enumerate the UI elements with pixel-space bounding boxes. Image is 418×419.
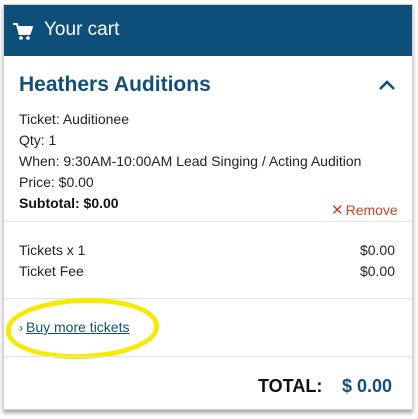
cart-title: Your cart	[44, 19, 120, 40]
remove-label: Remove	[345, 202, 398, 218]
cart-icon	[13, 23, 33, 40]
ticket-type: Ticket: Auditionee	[19, 111, 129, 127]
buy-more-tickets-link[interactable]: › Buy more tickets	[19, 319, 129, 335]
fee-label-ticket-fee: Ticket Fee	[19, 263, 84, 279]
divider	[4, 221, 412, 222]
total-value: $ 0.00	[342, 376, 393, 396]
ticket-price: Price: $0.00	[19, 174, 94, 190]
fee-value-ticket-fee: $0.00	[359, 263, 395, 279]
event-title: Heathers Auditions	[19, 73, 211, 96]
fee-label-tickets: Tickets x 1	[19, 242, 86, 258]
chevron-up-icon[interactable]	[378, 79, 396, 91]
cart-header: Your cart	[4, 5, 412, 56]
ticket-when: When: 9:30AM-10:00AM Lead Singing / Acti…	[19, 153, 362, 169]
chevron-right-icon: ›	[19, 321, 23, 335]
close-icon: ✕	[331, 202, 344, 219]
total-label: TOTAL:	[258, 376, 323, 396]
cart-card: Your cart Heathers Auditions Ticket: Aud…	[3, 4, 413, 410]
remove-button[interactable]: ✕ Remove	[331, 201, 398, 219]
fee-value-tickets: $0.00	[359, 242, 395, 258]
ticket-subtotal: Subtotal: $0.00	[19, 195, 119, 211]
ticket-qty: Qty: 1	[19, 132, 57, 148]
buy-more-label: Buy more tickets	[26, 319, 130, 335]
divider	[4, 356, 412, 357]
